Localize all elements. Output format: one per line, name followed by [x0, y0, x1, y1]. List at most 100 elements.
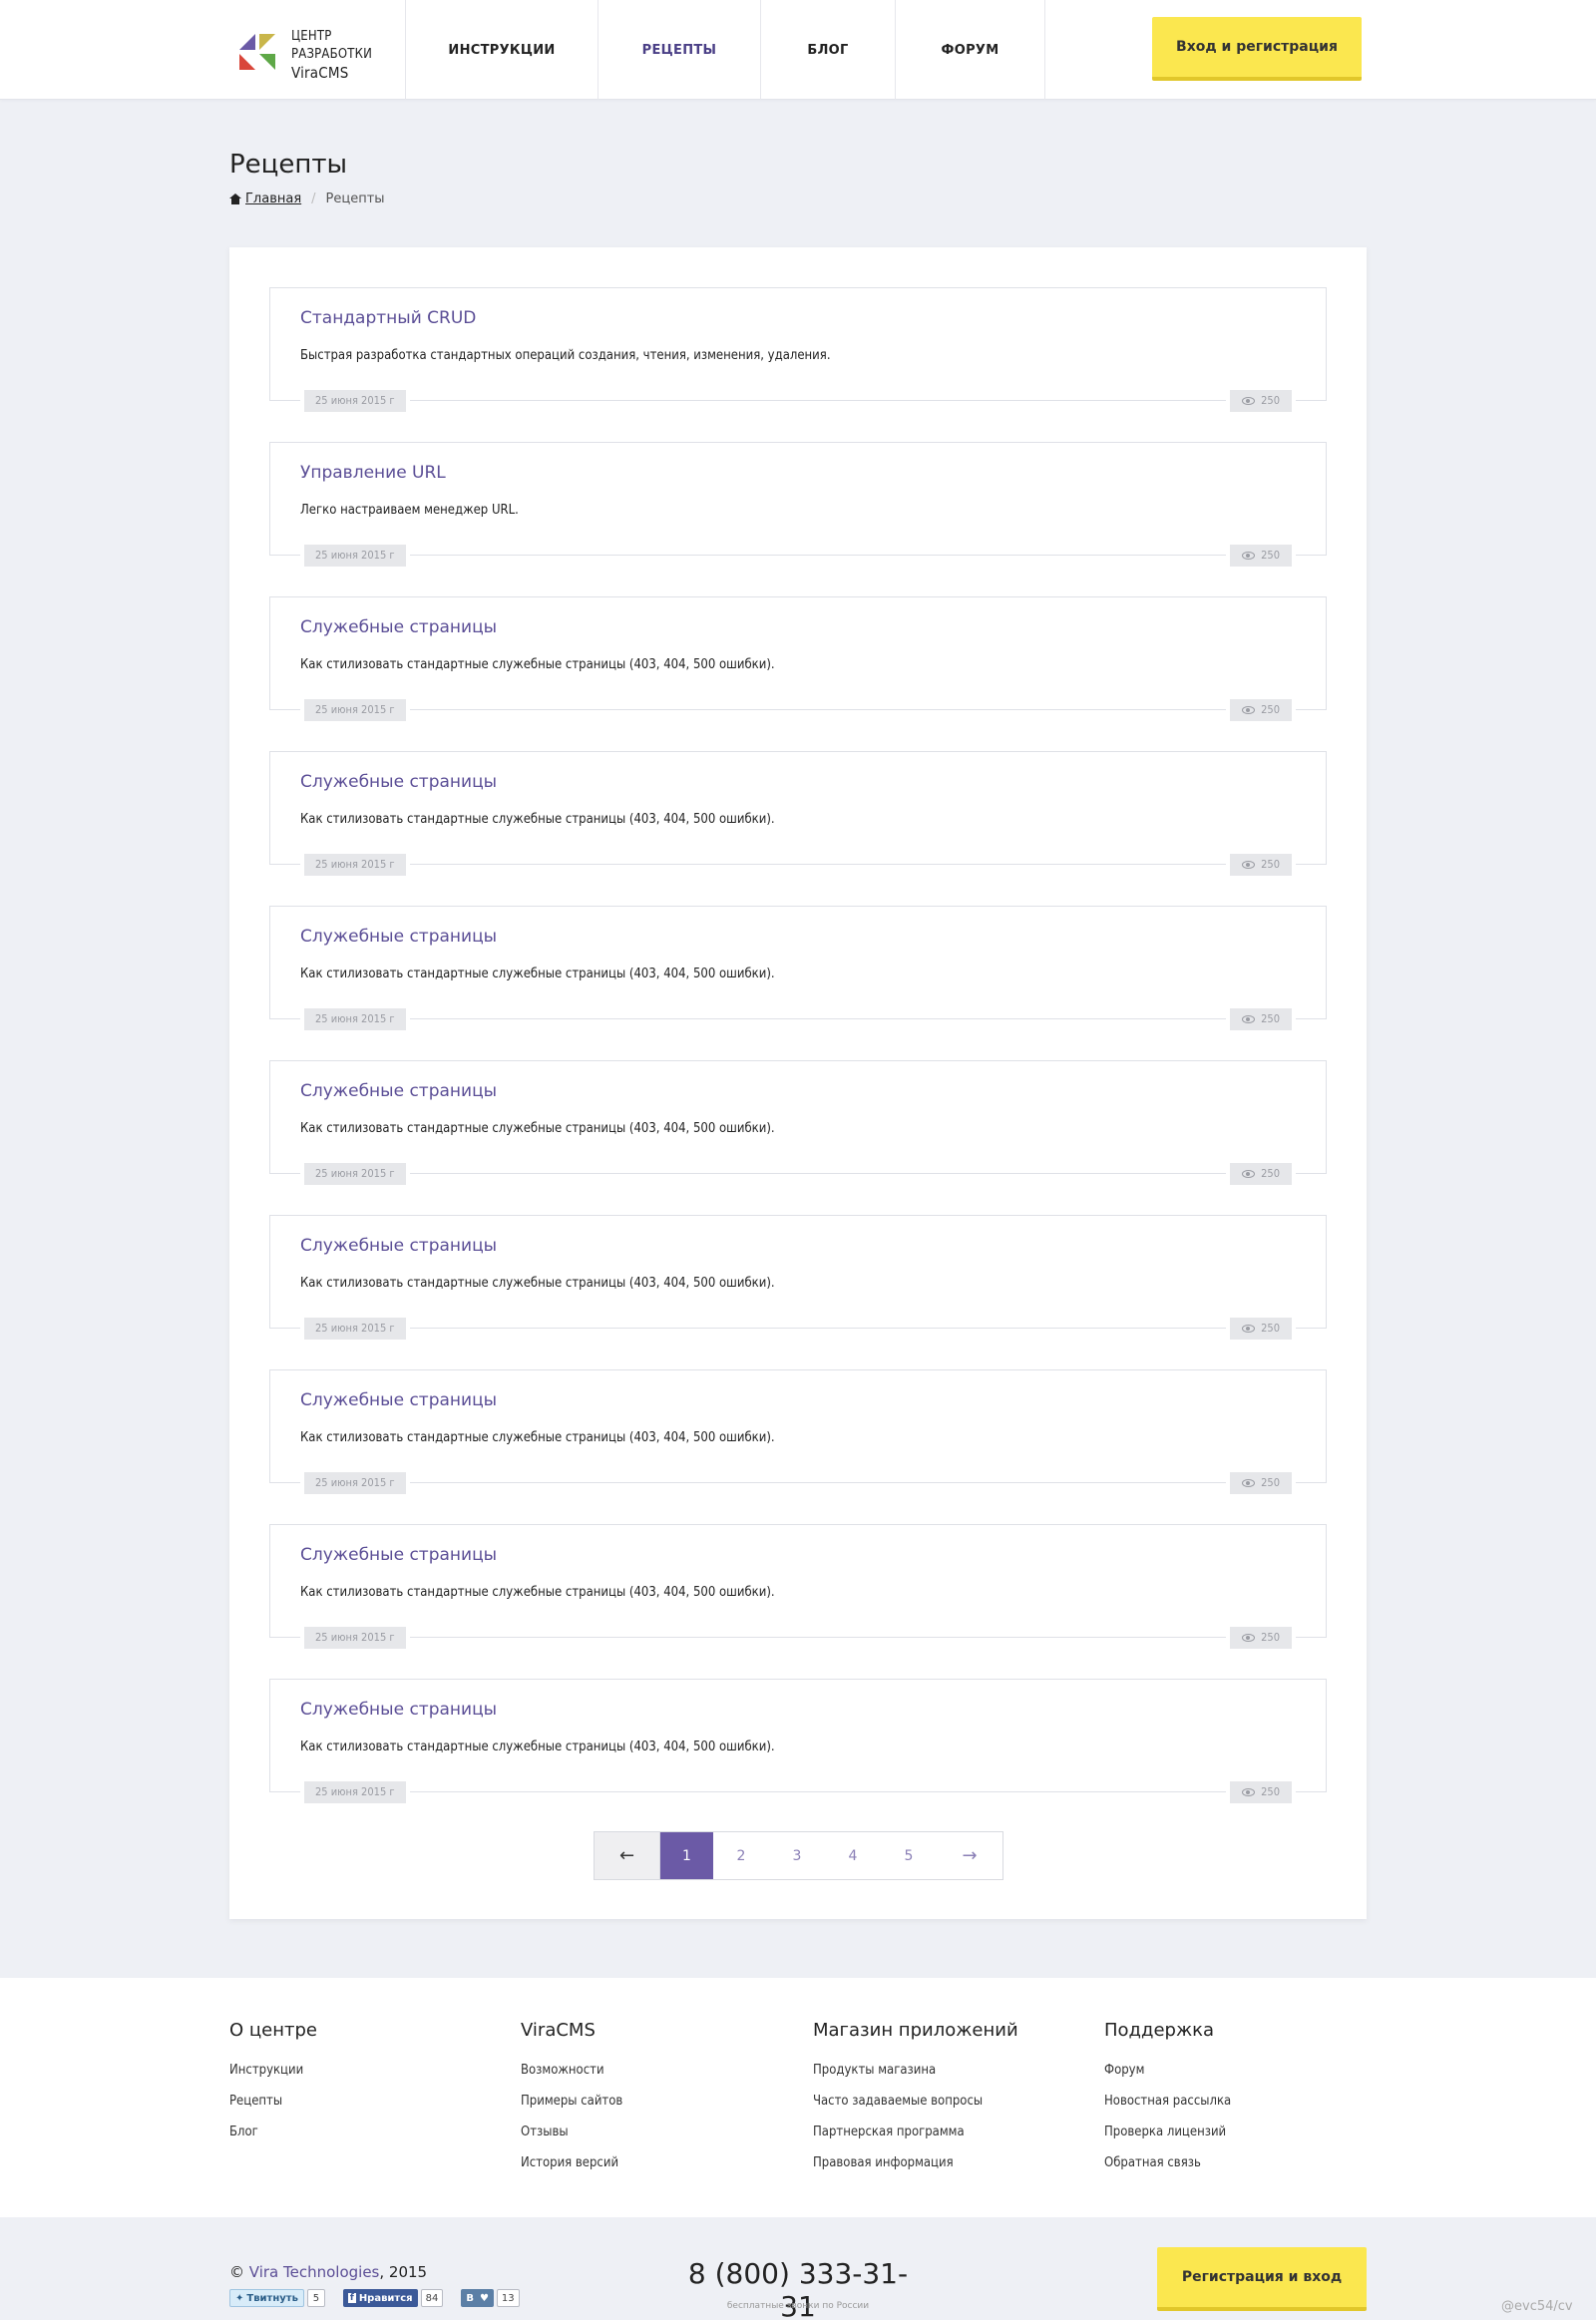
credit-text: @evc54/cv [1501, 2299, 1573, 2314]
pagination-page-4[interactable]: 4 [825, 1832, 881, 1879]
logo[interactable]: ЦЕНТР РАЗРАБОТКИ ViraCMS [237, 28, 407, 84]
footer-link[interactable]: Блог [229, 2117, 479, 2147]
footer-link[interactable]: Новостная рассылка [1104, 2086, 1354, 2117]
article-date: 25 июня 2015 г [300, 1163, 410, 1185]
article-title[interactable]: Служебные страницы [300, 772, 497, 792]
article-views-count: 250 [1261, 703, 1280, 716]
article-title[interactable]: Служебные страницы [300, 1081, 497, 1101]
register-button[interactable]: Регистрация и вход [1157, 2247, 1367, 2311]
footer-column-title: Поддержка [1104, 2020, 1215, 2041]
article-description: Легко настраиваем менеджер URL. [300, 503, 519, 518]
article-views-count: 250 [1261, 1322, 1280, 1335]
article-views: 250 [1226, 1163, 1296, 1185]
twitter-button[interactable]: ✦ Твитнуть [229, 2289, 304, 2307]
site-header: ЦЕНТР РАЗРАБОТКИ ViraCMS ИНСТРУКЦИИ РЕЦЕ… [0, 0, 1596, 100]
article-title[interactable]: Служебные страницы [300, 1236, 497, 1256]
nav-item-recipes[interactable]: РЕЦЕПТЫ [598, 0, 760, 100]
article-date: 25 июня 2015 г [300, 1627, 410, 1649]
article-views-count: 250 [1261, 1631, 1280, 1644]
article-date: 25 июня 2015 г [300, 1472, 410, 1494]
eye-icon [1242, 397, 1256, 405]
pagination-prev-button[interactable]: ← [595, 1832, 660, 1879]
article-views-count: 250 [1261, 1476, 1280, 1489]
article-date: 25 июня 2015 г [300, 1318, 410, 1340]
pagination-page-3[interactable]: 3 [769, 1832, 825, 1879]
footer-link[interactable]: Инструкции [229, 2055, 479, 2086]
article-date: 25 июня 2015 г [300, 545, 410, 567]
article-card[interactable]: Управление URL Легко настраиваем менеджер… [269, 442, 1327, 567]
article-card[interactable]: Служебные страницы Как стилизовать станда… [269, 751, 1327, 876]
social-buttons: ✦ Твитнуть 5 f Нравится 84 В ♥ 13 [229, 2289, 520, 2307]
breadcrumb-current: Рецепты [325, 192, 385, 206]
article-views-count: 250 [1261, 1785, 1280, 1798]
footer-link[interactable]: Отзывы [521, 2117, 770, 2147]
footer-link[interactable]: Продукты магазина [813, 2055, 1062, 2086]
footer-link[interactable]: Рецепты [229, 2086, 479, 2117]
copyright: © Vira Technologies, 2015 [229, 2263, 427, 2281]
footer-link[interactable]: История версий [521, 2147, 770, 2178]
copyright-symbol: © [229, 2263, 244, 2281]
pagination-page-5[interactable]: 5 [881, 1832, 937, 1879]
pagination-next-button[interactable]: → [937, 1832, 1002, 1879]
article-views: 250 [1226, 545, 1296, 567]
phone-note: бесплатные звонки по России [726, 2301, 870, 2311]
article-card[interactable]: Служебные страницы Как стилизовать станда… [269, 1524, 1327, 1649]
twitter-share[interactable]: ✦ Твитнуть 5 [229, 2289, 325, 2307]
article-card[interactable]: Служебные страницы Как стилизовать станда… [269, 1369, 1327, 1494]
main-content: Стандартный CRUD Быстрая разработка станд… [229, 247, 1367, 1919]
article-title[interactable]: Управление URL [300, 463, 446, 483]
home-icon [229, 193, 241, 204]
pagination-page-1[interactable]: 1 [660, 1832, 713, 1879]
breadcrumb-home-label: Главная [245, 192, 302, 206]
facebook-button[interactable]: f Нравится [342, 2289, 418, 2307]
logo-mark-icon [237, 32, 277, 72]
article-card[interactable]: Служебные страницы Как стилизовать станда… [269, 1679, 1327, 1803]
article-title[interactable]: Служебные страницы [300, 1390, 497, 1410]
footer-link[interactable]: Правовая информация [813, 2147, 1062, 2178]
footer-link[interactable]: Возможности [521, 2055, 770, 2086]
article-views: 250 [1226, 699, 1296, 721]
nav-item-instructions[interactable]: ИНСТРУКЦИИ [405, 0, 598, 100]
article-card[interactable]: Служебные страницы Как стилизовать станда… [269, 1060, 1327, 1185]
facebook-like[interactable]: f Нравится 84 [342, 2289, 444, 2307]
nav-item-blog[interactable]: БЛОГ [760, 0, 895, 100]
article-date: 25 июня 2015 г [300, 699, 410, 721]
nav-item-forum[interactable]: ФОРУМ [895, 0, 1045, 100]
article-title[interactable]: Служебные страницы [300, 1700, 497, 1720]
company-link[interactable]: Vira Technologies [249, 2263, 380, 2281]
article-description: Как стилизовать стандартные служебные ст… [300, 812, 775, 827]
footer-link[interactable]: Часто задаваемые вопросы [813, 2086, 1062, 2117]
article-list: Стандартный CRUD Быстрая разработка станд… [269, 287, 1327, 1833]
breadcrumb-home[interactable]: Главная [229, 192, 301, 206]
vk-count: 13 [496, 2289, 520, 2307]
article-card[interactable]: Служебные страницы Как стилизовать станда… [269, 906, 1327, 1030]
vk-like[interactable]: В ♥ 13 [461, 2289, 520, 2307]
eye-icon [1242, 1325, 1256, 1333]
article-title[interactable]: Служебные страницы [300, 617, 497, 637]
footer-link[interactable]: Обратная связь [1104, 2147, 1354, 2178]
article-card[interactable]: Служебные страницы Как стилизовать станда… [269, 596, 1327, 721]
footer-link[interactable]: Партнерская программа [813, 2117, 1062, 2147]
article-title[interactable]: Стандартный CRUD [300, 308, 476, 328]
article-title[interactable]: Служебные страницы [300, 927, 497, 947]
twitter-icon: ✦ [235, 2292, 244, 2304]
facebook-count: 84 [420, 2289, 444, 2307]
copyright-year: , 2015 [379, 2263, 428, 2281]
footer-link[interactable]: Проверка лицензий [1104, 2117, 1354, 2147]
eye-icon [1242, 1479, 1256, 1487]
article-views: 250 [1226, 1627, 1296, 1649]
article-date: 25 июня 2015 г [300, 1781, 410, 1803]
footer-column-about: О центре Инструкции Рецепты Блог [229, 2020, 479, 2147]
footer-link[interactable]: Примеры сайтов [521, 2086, 770, 2117]
article-title[interactable]: Служебные страницы [300, 1545, 497, 1565]
pagination-page-2[interactable]: 2 [713, 1832, 769, 1879]
article-views-count: 250 [1261, 1012, 1280, 1025]
logo-text: ЦЕНТР РАЗРАБОТКИ ViraCMS [291, 28, 372, 82]
bottom-bar: © Vira Technologies, 2015 ✦ Твитнуть 5 fН… [0, 2217, 1596, 2320]
article-card[interactable]: Стандартный CRUD Быстрая разработка станд… [269, 287, 1327, 412]
login-button[interactable]: Вход и регистрация [1152, 17, 1362, 81]
article-views-count: 250 [1261, 858, 1280, 871]
article-card[interactable]: Служебные страницы Как стилизовать станда… [269, 1215, 1327, 1340]
vk-button[interactable]: В ♥ [461, 2289, 494, 2307]
footer-link[interactable]: Форум [1104, 2055, 1354, 2086]
